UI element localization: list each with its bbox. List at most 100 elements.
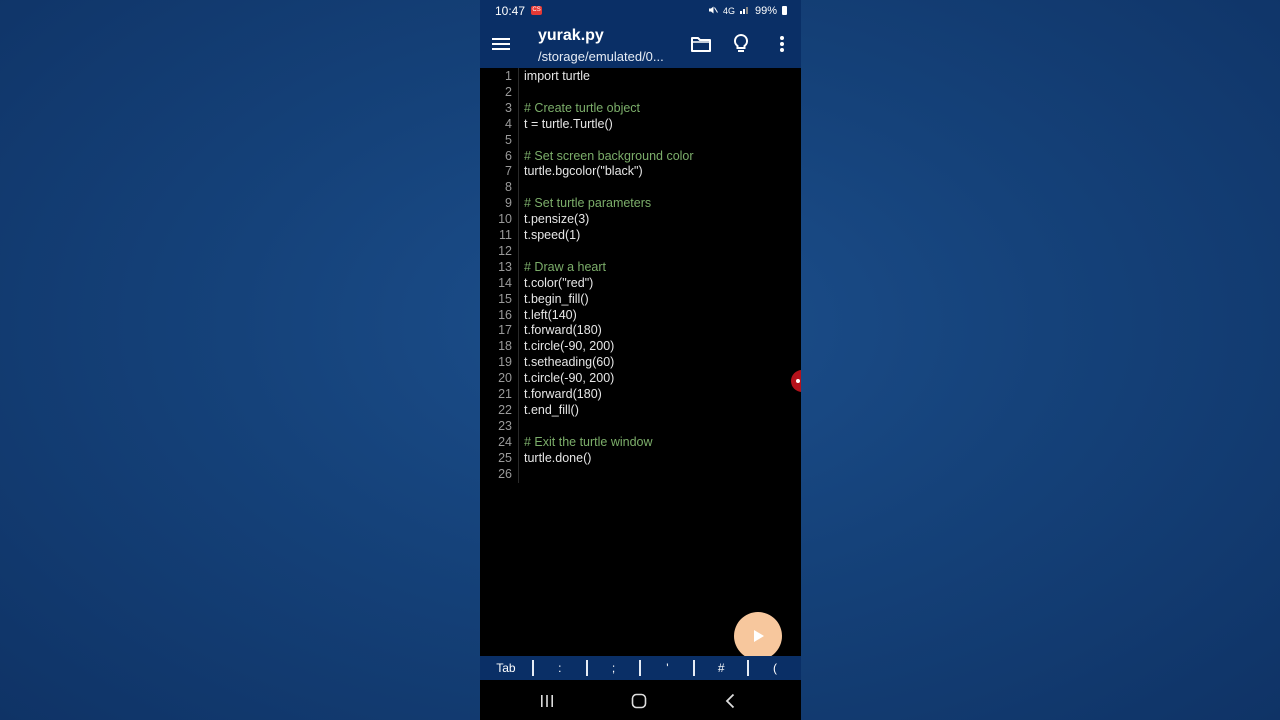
code-text: t.circle(-90, 200) xyxy=(524,371,615,386)
code-line[interactable]: 5 xyxy=(480,132,801,148)
back-icon[interactable] xyxy=(722,692,740,710)
line-number: 13 xyxy=(498,259,512,274)
code-text: t.circle(-90, 200) xyxy=(524,339,615,354)
symbol-key[interactable]: # xyxy=(693,660,747,676)
line-number: 5 xyxy=(505,132,512,147)
code-line[interactable]: 4 t = turtle.Turtle() xyxy=(480,116,801,132)
navigation-bar xyxy=(480,680,801,720)
line-number: 24 xyxy=(498,434,512,449)
code-text: t.begin_fill() xyxy=(524,291,589,306)
code-text: turtle.bgcolor("black") xyxy=(524,164,643,179)
code-line[interactable]: 1 import turtle xyxy=(480,68,801,84)
status-time: 10:47 xyxy=(495,3,526,18)
code-comment: # Draw a heart xyxy=(524,259,606,274)
symbol-key[interactable]: Tab xyxy=(480,660,532,676)
lightbulb-icon[interactable] xyxy=(730,33,752,55)
line-number: 8 xyxy=(505,180,512,195)
code-line[interactable]: 14 t.color("red") xyxy=(480,275,801,291)
play-icon xyxy=(754,630,764,642)
line-number: 26 xyxy=(498,466,512,481)
code-line[interactable]: 16 t.left(140) xyxy=(480,307,801,323)
app-bar: yurak.py /storage/emulated/0... xyxy=(480,21,801,68)
line-number: 1 xyxy=(505,69,512,83)
code-line[interactable]: 20 t.circle(-90, 200) xyxy=(480,370,801,386)
code-line[interactable]: 25 turtle.done() xyxy=(480,450,801,466)
code-line[interactable]: 3 # Create turtle object xyxy=(480,100,801,116)
code-text: t.setheading(60) xyxy=(524,355,615,370)
battery-level: 99% xyxy=(754,4,777,17)
code-line[interactable]: 24 # Exit the turtle window xyxy=(480,434,801,450)
code-line[interactable]: 22 t.end_fill() xyxy=(480,402,801,418)
code-text: t.color("red") xyxy=(524,275,594,290)
code-text: t = turtle.Turtle() xyxy=(524,116,613,131)
code-comment: # Exit the turtle window xyxy=(524,434,653,449)
line-number: 19 xyxy=(498,355,512,370)
code-text: t.end_fill() xyxy=(524,402,579,417)
phone-screen: 10:47 CS 4G 99% yurak.py /storage/emulat… xyxy=(480,0,801,720)
code-text: t.speed(1) xyxy=(524,228,581,242)
code-line[interactable]: 18 t.circle(-90, 200) xyxy=(480,338,801,354)
line-number: 9 xyxy=(505,196,512,211)
recents-icon[interactable] xyxy=(538,692,556,710)
code-line[interactable]: 26 xyxy=(480,466,801,482)
code-text: turtle.done() xyxy=(524,450,592,465)
code-line[interactable]: 15 t.begin_fill() xyxy=(480,291,801,307)
line-number: 22 xyxy=(498,402,512,417)
code-text: t.forward(180) xyxy=(524,387,602,401)
battery-icon xyxy=(782,6,787,15)
code-line[interactable]: 10 t.pensize(3) xyxy=(480,211,801,227)
code-text: t.left(140) xyxy=(524,307,577,322)
line-number: 4 xyxy=(505,116,512,131)
status-bar: 10:47 CS 4G 99% xyxy=(480,0,801,21)
home-icon[interactable] xyxy=(630,692,648,710)
line-number: 18 xyxy=(498,339,512,354)
folder-icon[interactable] xyxy=(690,33,712,55)
line-number: 25 xyxy=(498,450,512,465)
network-type-icon: 4G xyxy=(722,5,735,16)
line-number: 15 xyxy=(498,291,512,306)
code-line[interactable]: 19 t.setheading(60) xyxy=(480,354,801,370)
code-editor[interactable]: 1 import turtle 2 3 # Create turtle object 4 t… xyxy=(480,68,801,656)
status-left: 10:47 CS xyxy=(495,3,543,18)
line-number: 3 xyxy=(505,100,512,115)
code-line[interactable]: 23 xyxy=(480,418,801,434)
code-text: t.forward(180) xyxy=(524,323,602,338)
line-number: 7 xyxy=(505,164,512,179)
line-number: 12 xyxy=(498,243,512,258)
code-line[interactable]: 8 xyxy=(480,179,801,195)
line-number: 23 xyxy=(498,418,512,433)
line-number: 14 xyxy=(498,275,512,290)
symbol-key[interactable]: ' xyxy=(639,660,693,676)
code-text: import turtle xyxy=(524,69,590,83)
symbol-key[interactable]: ; xyxy=(585,660,640,676)
code-line[interactable]: 2 xyxy=(480,84,801,100)
status-right: 4G 99% xyxy=(708,5,787,17)
symbol-key[interactable]: : xyxy=(531,660,586,676)
run-button[interactable] xyxy=(734,612,782,660)
line-number: 17 xyxy=(498,323,512,338)
symbol-bar: Tab:; ' #( xyxy=(480,656,801,680)
screen-record-icon: CS xyxy=(531,6,543,15)
code-comment: # Create turtle object xyxy=(524,100,641,115)
more-vertical-icon[interactable] xyxy=(771,33,793,55)
code-line[interactable]: 7 turtle.bgcolor("black") xyxy=(480,163,801,179)
file-path: /storage/emulated/0... xyxy=(538,49,664,64)
code-line[interactable]: 6 # Set screen background color xyxy=(480,148,801,164)
code-line[interactable]: 11 t.speed(1) xyxy=(480,227,801,243)
code-line[interactable]: 12 xyxy=(480,243,801,259)
symbol-key[interactable]: ( xyxy=(747,660,801,676)
line-number: 21 xyxy=(498,387,512,401)
code-line[interactable]: 9 # Set turtle parameters xyxy=(480,195,801,211)
code-comment: # Set turtle parameters xyxy=(524,196,652,211)
code-line[interactable]: 17 t.forward(180) xyxy=(480,322,801,338)
mute-icon xyxy=(708,5,718,17)
code-comment: # Set screen background color xyxy=(524,148,694,163)
line-number: 10 xyxy=(498,212,512,227)
file-title: yurak.py xyxy=(538,27,604,44)
menu-icon[interactable] xyxy=(492,35,510,53)
line-number: 20 xyxy=(498,371,512,386)
code-line[interactable]: 21 t.forward(180) xyxy=(480,386,801,402)
line-number: 2 xyxy=(505,84,512,99)
signal-icon xyxy=(739,5,750,16)
code-line[interactable]: 13 # Draw a heart xyxy=(480,259,801,275)
